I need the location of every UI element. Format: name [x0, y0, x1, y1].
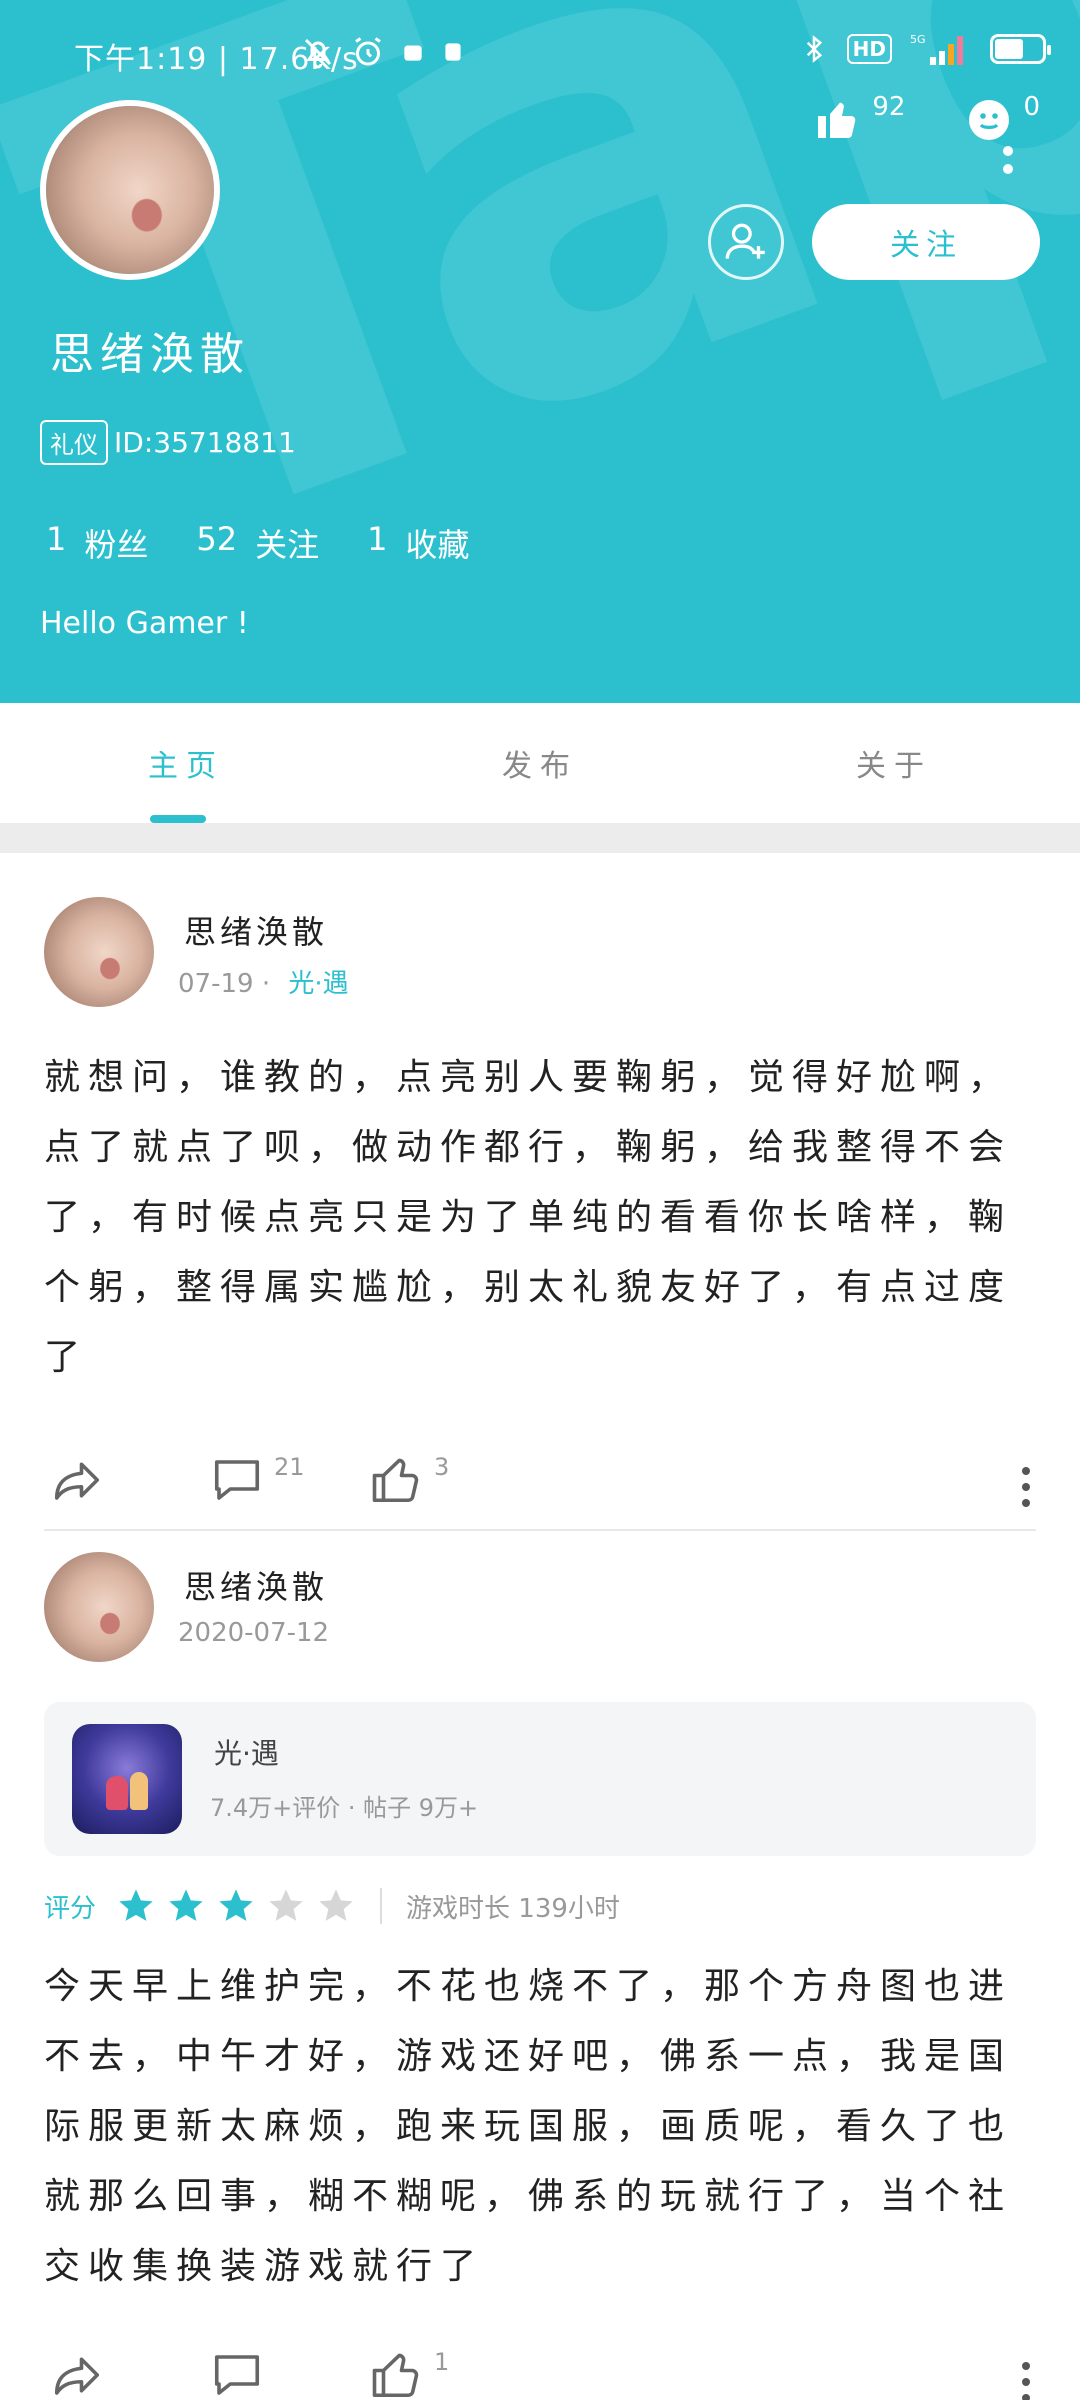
game-icon [72, 1724, 182, 1834]
add-user-icon [725, 223, 765, 259]
like-count: 1 [434, 2348, 450, 2376]
like-count: 92 [872, 92, 906, 122]
avatar[interactable] [44, 897, 154, 1007]
app-notify-icon [404, 45, 422, 61]
post-more-button[interactable] [1022, 2362, 1030, 2400]
role-badge[interactable]: 礼仪 [40, 420, 108, 465]
rating-row: 评分 游戏时长 139小时 [44, 1886, 1036, 1926]
share-button[interactable] [50, 1453, 104, 1507]
signal-icon: 5G [910, 33, 963, 65]
emoji-count: 0 [1023, 92, 1040, 122]
profile-stats: 1 粉丝 52 关注 1 收藏 [46, 520, 469, 566]
profile-bio: Hello Gamer ! [40, 606, 249, 641]
comment-button[interactable]: 21 [210, 1453, 305, 1507]
thumbs-up-icon [818, 102, 856, 139]
tab-posts[interactable]: 发布 [409, 703, 670, 823]
post-body[interactable]: 就想问，谁教的，点亮别人要鞠躬，觉得好尬啊，点了就点了呗，做动作都行，鞠躬，给我… [44, 1043, 1036, 1393]
stat-fans[interactable]: 1 粉丝 [46, 520, 148, 566]
post-divider [44, 1529, 1036, 1531]
app-notify-icon-2 [445, 43, 461, 61]
playtime: 游戏时长 139小时 [406, 1893, 620, 1924]
avatar[interactable] [44, 1552, 154, 1662]
star-filled-icon [219, 1889, 253, 1921]
comment-count: 21 [274, 1453, 305, 1481]
like-counter[interactable]: 92 [814, 92, 905, 144]
follow-button[interactable]: 关注 [812, 204, 1040, 280]
svg-text:5G: 5G [910, 33, 926, 46]
post-actions: 1 [44, 2328, 1036, 2400]
comment-icon [214, 1460, 260, 1500]
profile-nickname: 思绪涣散 [50, 329, 250, 380]
like-button[interactable]: 3 [370, 1453, 449, 1507]
star-filled-icon [119, 1889, 153, 1921]
section-divider [0, 823, 1080, 853]
feed-post[interactable]: 思绪涣散 07-19 · 光·遇 就想问，谁教的，点亮别人要鞠躬，觉得好尬啊，点… [44, 897, 1036, 1531]
post-author[interactable]: 思绪涣散 [184, 1562, 328, 1608]
add-friend-button[interactable] [708, 204, 784, 280]
bluetooth-icon [806, 35, 822, 63]
profile-tabs: 主页 发布 关于 [0, 703, 1080, 823]
emoji-counter[interactable]: 0 [965, 92, 1040, 144]
post-meta: 07-19 · 光·遇 [178, 963, 349, 1000]
post-game-link[interactable]: 光·遇 [288, 969, 348, 999]
user-id: ID:35718811 [114, 426, 296, 459]
thumbs-up-outline-icon [372, 2353, 419, 2398]
star-empty-icon [269, 1889, 303, 1921]
alarm-icon [355, 37, 381, 66]
rating-label: 评分 [44, 1893, 97, 1924]
smiley-icon [969, 100, 1010, 140]
like-count: 3 [434, 1453, 450, 1481]
post-more-button[interactable] [1022, 1467, 1030, 1507]
rating-separator [380, 1888, 383, 1924]
post-author[interactable]: 思绪涣散 [184, 907, 328, 953]
more-menu-button[interactable] [1002, 146, 1014, 186]
star-empty-icon [319, 1889, 353, 1921]
tab-home[interactable]: 主页 [0, 703, 409, 823]
stat-following[interactable]: 52 关注 [196, 520, 319, 566]
profile-avatar[interactable] [40, 100, 220, 280]
bell-off-icon [304, 38, 332, 69]
post-header: 思绪涣散 07-19 · 光·遇 [44, 897, 1036, 1017]
game-card[interactable]: 光·遇 7.4万+评价 · 帖子 9万+ [44, 1702, 1036, 1856]
hd-badge: HD [846, 34, 892, 64]
post-body[interactable]: 今天早上维护完，不花也烧不了，那个方舟图也进不去，中午才好，游戏还好吧，佛系一点… [44, 1952, 1036, 2302]
post-date: 07-19 [178, 969, 254, 999]
post-header: 思绪涣散 2020-07-12 [44, 1552, 1036, 1672]
thumbs-up-outline-icon [372, 1458, 419, 1503]
tab-about[interactable]: 关于 [671, 703, 1080, 823]
star-filled-icon [169, 1889, 203, 1921]
meta-separator: · [261, 969, 271, 999]
share-icon [54, 2357, 100, 2395]
profile-header: TapTap 下午1:19 | 17.6K/s HD 5G ‹ 92 0 关注 [0, 0, 1080, 703]
game-name: 光·遇 [214, 1737, 279, 1770]
post-actions: 21 3 [44, 1433, 1036, 1523]
rating-stars [116, 1886, 356, 1926]
post-meta: 2020-07-12 [178, 1618, 329, 1648]
game-stats: 7.4万+评价 · 帖子 9万+ [210, 1794, 479, 1822]
stat-favorites[interactable]: 1 收藏 [367, 520, 469, 566]
share-icon [54, 1462, 100, 1500]
header-counters: 92 0 [814, 92, 1040, 144]
like-button[interactable]: 1 [370, 2348, 449, 2400]
comment-icon [214, 2355, 260, 2395]
comment-button[interactable] [210, 2348, 274, 2400]
status-bar: 下午1:19 | 17.6K/s HD 5G [0, 0, 1080, 110]
share-button[interactable] [50, 2348, 104, 2400]
status-icons-left [300, 34, 466, 70]
post-date: 2020-07-12 [178, 1618, 330, 1648]
review-post[interactable]: 思绪涣散 2020-07-12 光·遇 7.4万+评价 · 帖子 9万+ 评分 … [44, 1552, 1036, 2400]
status-icons-right: HD 5G [799, 30, 1051, 68]
badge-row: 礼仪 ID:35718811 [40, 420, 296, 465]
battery-icon [990, 34, 1051, 64]
